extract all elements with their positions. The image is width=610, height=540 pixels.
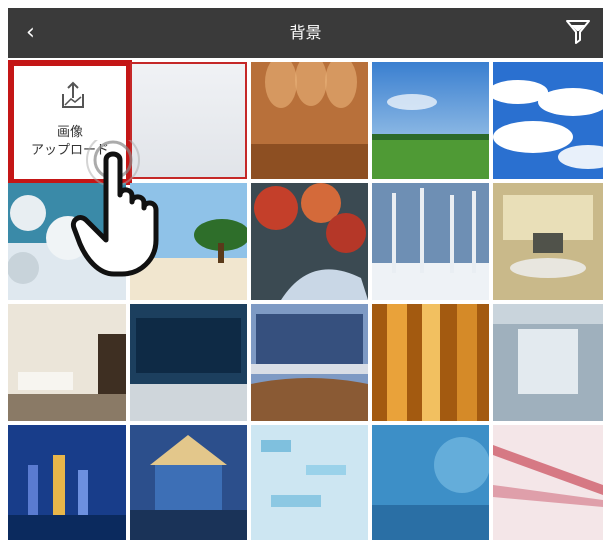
- bg-tile-tech-blue[interactable]: [372, 425, 489, 540]
- bg-tile-wood-stage[interactable]: [251, 62, 368, 179]
- upload-label-line2: アップロード: [30, 143, 109, 158]
- filter-funnel-icon[interactable]: [565, 18, 591, 46]
- upload-image-tile[interactable]: 画像 アップロード: [8, 60, 132, 185]
- bg-tile-meeting-room[interactable]: [493, 183, 603, 300]
- bg-tile-golden-building[interactable]: [372, 304, 489, 421]
- bg-tile-green-field[interactable]: [372, 62, 489, 179]
- bg-tile-beach-tree[interactable]: [130, 183, 247, 300]
- bg-tile-futuristic-corridor[interactable]: [493, 304, 603, 421]
- page-title: 背景: [289, 23, 322, 42]
- bg-tile-blank[interactable]: [130, 62, 247, 179]
- bg-tile-winter-forest[interactable]: [372, 183, 489, 300]
- upload-icon: [62, 81, 84, 108]
- background-grid: 画像 アップロード: [8, 60, 603, 540]
- bg-tile-blue-sky[interactable]: [493, 62, 603, 179]
- bg-tile-light-rays[interactable]: [493, 425, 603, 540]
- bg-tile-news-desk[interactable]: [251, 304, 368, 421]
- bg-tile-autumn-stream[interactable]: [251, 183, 368, 300]
- top-bar: ‹ 背景: [8, 8, 603, 58]
- upload-label-line1: 画像: [56, 125, 83, 140]
- bg-tile-studio-screen[interactable]: [130, 304, 247, 421]
- bg-tile-living-room[interactable]: [8, 304, 126, 421]
- bg-tile-night-city[interactable]: [8, 425, 126, 540]
- bg-tile-lit-building[interactable]: [130, 425, 247, 540]
- bg-tile-blue-grid[interactable]: [251, 425, 368, 540]
- bg-tile-snowy-branches[interactable]: [8, 183, 126, 300]
